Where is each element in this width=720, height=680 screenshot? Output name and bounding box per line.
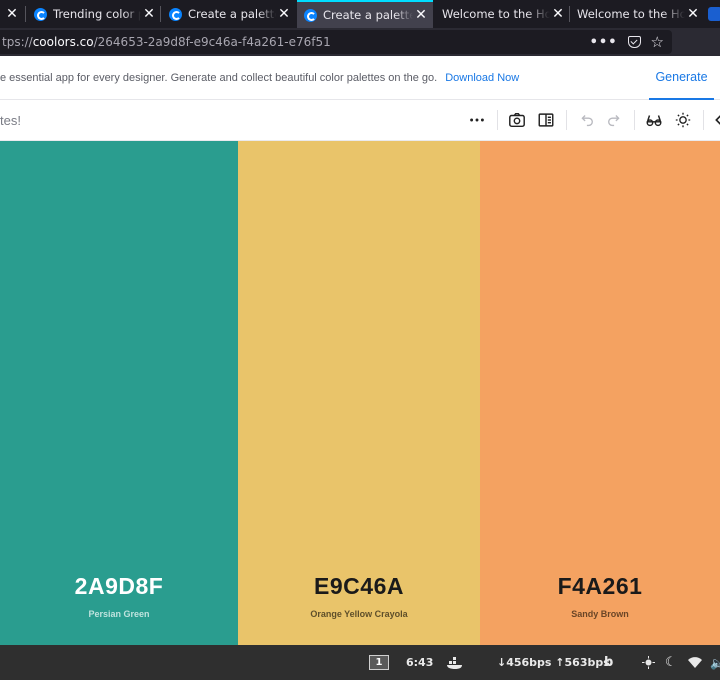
more-options-icon[interactable] [467,110,487,130]
coolors-favicon-icon [304,8,317,22]
color-hex-code[interactable]: 2A9D8F [0,573,238,600]
url-text: tps://coolors.co/264653-2a9d8f-e9c46a-f4… [2,35,331,49]
coolors-favicon-icon [169,7,182,21]
color-column[interactable]: E9C46A Orange Yellow Crayola [238,141,480,645]
page-actions-icon[interactable]: ••• [590,35,618,50]
browser-tab-welcome[interactable]: Welcome to the Home ✕ [434,0,570,28]
color-hex-code[interactable]: F4A261 [480,573,720,600]
coolors-favicon-icon [34,7,47,21]
brightness-icon[interactable] [673,110,693,130]
close-tab-icon[interactable]: ✕ [550,6,566,22]
download-now-link[interactable]: Download Now [445,72,519,84]
bookmark-star-icon[interactable]: ☆ [651,33,664,51]
collapse-chevron-icon[interactable] [709,110,720,130]
night-mode-icon[interactable]: ☾ [665,654,677,671]
color-hex-code[interactable]: E9C46A [238,573,480,600]
view-panel-icon[interactable] [536,110,556,130]
navigation-toolbar: tps://coolors.co/264653-2a9d8f-e9c46a-f4… [0,28,720,56]
docker-icon[interactable] [446,654,464,671]
tab-strip: ✕ Trending color palettes ✕ Create a pal… [0,0,720,28]
bing-icon[interactable]: b [604,654,613,671]
redo-icon[interactable] [605,110,625,130]
color-palette: 2A9D8F Persian Green E9C46A Orange Yello… [0,141,720,645]
close-tab-icon[interactable]: ✕ [413,7,429,23]
browser-tab-active[interactable]: Create a palette - Coolors ✕ [297,0,433,28]
color-column[interactable]: 2A9D8F Persian Green [0,141,238,645]
system-taskbar: 1 6:43 ↓456bps ↑563bps b ☾ 🔈 [0,645,720,680]
browser-tab-trending[interactable]: Trending color palettes ✕ [27,0,161,28]
toolbar-hint: tes! [0,113,21,128]
clock: 6:43 [406,656,434,669]
camera-icon[interactable] [507,110,527,130]
volume-icon[interactable]: 🔈 [710,654,720,671]
tab-title: Trending color palettes [53,7,141,21]
network-speed: ↓456bps ↑563bps [497,656,610,669]
brightness-tray-icon[interactable] [642,654,655,671]
close-tab-icon[interactable]: ✕ [141,6,157,22]
glasses-icon[interactable] [644,110,664,130]
palette-toolbar: tes! [0,100,720,141]
browser-tab-create-palette[interactable]: Create a palette - Coolors ✕ [162,0,296,28]
browser-tab-welcome-2[interactable]: Welcome to the Home ✕ [571,0,705,28]
url-field[interactable]: tps://coolors.co/264653-2a9d8f-e9c46a-f4… [0,30,672,54]
undo-icon[interactable] [576,110,596,130]
pocket-icon[interactable] [627,36,641,48]
close-tab-icon[interactable]: ✕ [276,6,292,22]
overflow-tab[interactable] [708,7,720,21]
promo-banner: e essential app for every designer. Gene… [0,56,720,100]
banner-text: e essential app for every designer. Gene… [0,71,438,84]
wifi-icon[interactable] [688,654,702,671]
close-tab-icon[interactable]: ✕ [4,6,20,22]
color-name: Orange Yellow Crayola [310,609,408,619]
tab-title: Welcome to the Home [442,7,550,21]
color-name: Sandy Brown [571,609,629,619]
close-tab-icon[interactable]: ✕ [685,6,701,22]
color-column[interactable]: F4A261 Sandy Brown [480,141,720,645]
tab-title: Create a palette - Coolors [323,8,413,22]
browser-tab[interactable]: ✕ [0,0,26,28]
generate-tab[interactable]: Generate [649,56,714,100]
workspace-indicator[interactable]: 1 [369,655,389,670]
tab-title: Create a palette - Coolors [188,7,276,21]
color-name: Persian Green [88,609,150,619]
tab-title: Welcome to the Home [577,7,685,21]
